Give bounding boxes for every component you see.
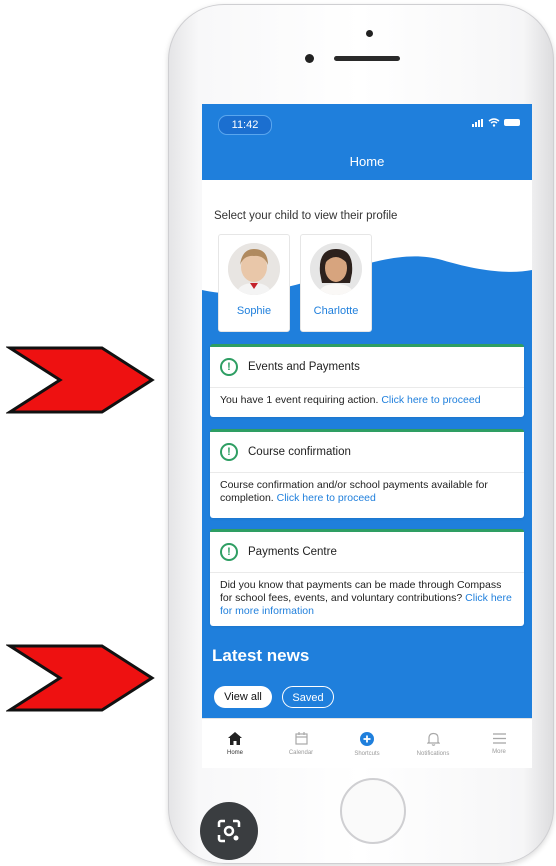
divider xyxy=(210,472,524,473)
calendar-icon xyxy=(294,732,308,745)
latest-news-heading: Latest news xyxy=(212,646,310,665)
wifi-icon xyxy=(488,118,500,127)
alert-circle-icon: ! xyxy=(220,543,238,561)
notice-events-payments: ! Events and Payments You have 1 event r… xyxy=(210,344,524,417)
tab-label: Notifications xyxy=(416,750,450,757)
bottom-tab-bar: Home Calendar Shortcuts Notifications Mo… xyxy=(202,718,532,768)
front-camera xyxy=(305,54,314,63)
lens-search-icon[interactable] xyxy=(200,802,258,860)
notice-payments-centre: ! Payments Centre Did you know that paym… xyxy=(210,529,524,626)
child-select-prompt: Select your child to view their profile xyxy=(214,210,398,222)
earpiece-speaker xyxy=(334,56,400,61)
tab-label: Calendar xyxy=(288,750,314,756)
menu-icon xyxy=(492,733,506,744)
bell-icon xyxy=(426,732,440,746)
tab-label: Home xyxy=(226,750,243,756)
home-content: Select your child to view their profile … xyxy=(202,180,532,730)
notice-body: Did you know that payments can be made t… xyxy=(220,579,514,618)
child-name: Charlotte xyxy=(313,305,359,317)
tab-home[interactable]: Home xyxy=(202,719,268,768)
sensor-dot xyxy=(366,30,373,37)
notice-text: You have 1 event requiring action. xyxy=(220,394,379,406)
tab-calendar[interactable]: Calendar xyxy=(268,719,334,768)
saved-button[interactable]: Saved xyxy=(282,686,334,708)
home-button[interactable] xyxy=(340,778,406,844)
red-arrow-icon xyxy=(6,346,155,414)
status-icons xyxy=(472,118,520,127)
divider xyxy=(210,572,524,573)
child-card-sophie[interactable]: Sophie xyxy=(218,234,290,332)
tab-shortcuts[interactable]: Shortcuts xyxy=(334,719,400,768)
tab-more[interactable]: More xyxy=(466,719,532,768)
red-arrow-icon xyxy=(6,644,155,712)
alert-circle-icon: ! xyxy=(220,358,238,376)
status-bar: 11:42 xyxy=(202,104,532,140)
proceed-link[interactable]: Click here to proceed xyxy=(277,492,376,504)
tab-label: More xyxy=(492,749,506,755)
view-all-button[interactable]: View all xyxy=(214,686,272,708)
alert-circle-icon: ! xyxy=(220,443,238,461)
proceed-link[interactable]: Click here to proceed xyxy=(381,394,480,406)
notice-title: Payments Centre xyxy=(248,546,337,558)
divider xyxy=(210,387,524,388)
avatar xyxy=(228,243,280,295)
status-time: 11:42 xyxy=(218,115,272,135)
home-icon xyxy=(228,732,242,745)
battery-icon xyxy=(504,119,520,126)
avatar xyxy=(310,243,362,295)
tab-notifications[interactable]: Notifications xyxy=(400,719,466,768)
notice-title: Course confirmation xyxy=(248,446,351,458)
notice-course-confirmation: ! Course confirmation Course confirmatio… xyxy=(210,429,524,518)
child-name: Sophie xyxy=(236,305,272,317)
child-card-charlotte[interactable]: Charlotte xyxy=(300,234,372,332)
notice-body: You have 1 event requiring action. Click… xyxy=(220,394,514,407)
tab-label: Shortcuts xyxy=(354,750,380,757)
plus-circle-icon xyxy=(360,731,374,746)
page-title: Home xyxy=(202,140,532,180)
app-screen: 11:42 Home Select your child to view the… xyxy=(202,104,532,768)
notice-body: Course confirmation and/or school paymen… xyxy=(220,479,514,505)
notice-title: Events and Payments xyxy=(248,361,360,373)
notice-text: Did you know that payments can be made t… xyxy=(220,579,502,604)
signal-icon xyxy=(472,118,483,127)
